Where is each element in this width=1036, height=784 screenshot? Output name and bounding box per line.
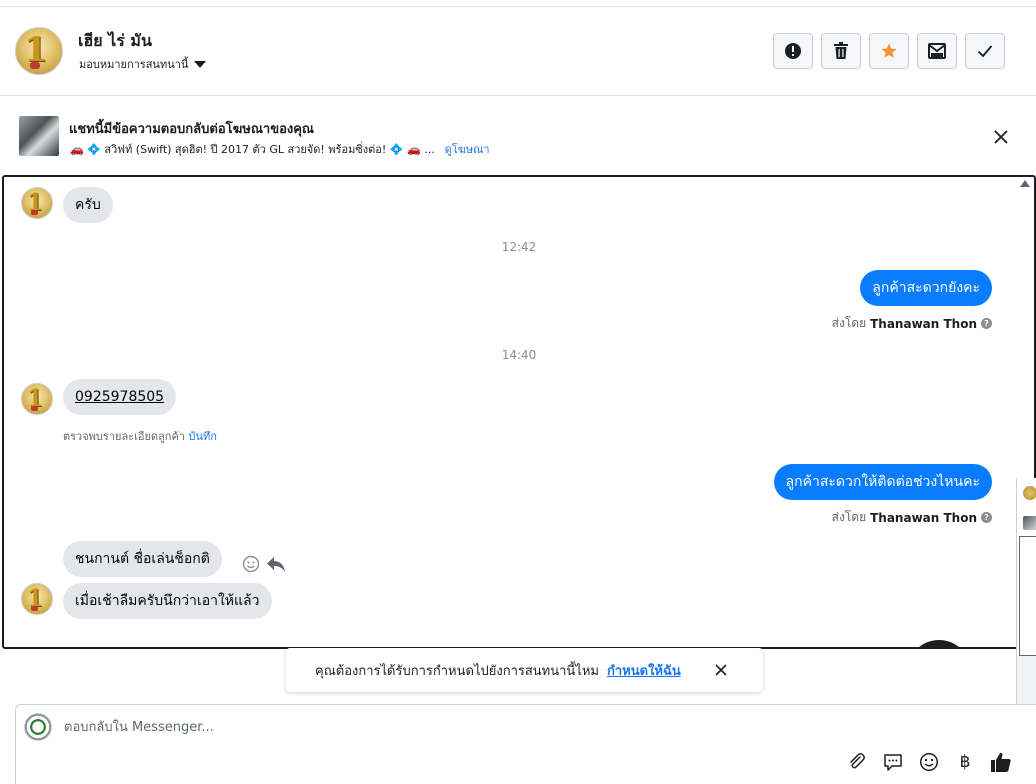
sent-by-line: ส่งโดย Thanawan Thon ? — [832, 508, 992, 527]
delete-button[interactable] — [821, 33, 861, 69]
chat-bubble-icon — [884, 754, 902, 771]
sent-by-prefix: ส่งโดย — [831, 510, 867, 524]
close-icon — [994, 130, 1008, 144]
ad-banner-subtitle-row: 🚗 💠 สวิฟท์ (Swift) สุดฮิต! ปี 2017 ตัว G… — [70, 140, 490, 158]
help-icon[interactable]: ? — [981, 512, 992, 523]
sender-avatar[interactable]: 1 — [21, 383, 53, 415]
paperclip-icon — [850, 753, 865, 769]
sender-avatar[interactable]: 1 — [21, 583, 53, 615]
alert-icon — [785, 43, 801, 59]
reply-input[interactable] — [64, 717, 844, 737]
side-thumbnail[interactable] — [1023, 516, 1036, 530]
trash-icon — [834, 42, 848, 59]
smiley-icon[interactable] — [242, 555, 260, 573]
chevron-down-icon — [194, 60, 207, 68]
attach-button[interactable] — [846, 751, 868, 773]
assign-conversation-dropdown[interactable]: มอบหมายการสนทนานี้ — [79, 55, 207, 73]
assign-to-me-link[interactable]: กำหนดให้ฉัน — [607, 660, 681, 681]
emoji-button[interactable] — [918, 751, 940, 773]
customer-detail-note: ตรวจพบรายละเอียดลูกค้า บันทึก — [63, 427, 217, 445]
saved-replies-button[interactable] — [882, 751, 904, 773]
phone-number-link[interactable]: 0925978505 — [75, 389, 164, 405]
sender-avatar[interactable]: 1 — [21, 187, 53, 219]
thumbs-up-icon — [991, 752, 1011, 772]
close-banner-button[interactable] — [990, 126, 1012, 148]
incoming-message[interactable]: เมื่อเช้าลืมครับนึกว่าเอาให้แล้ว — [63, 583, 272, 619]
message-hover-actions — [242, 555, 286, 573]
timestamp: 12:42 — [501, 240, 537, 254]
timestamp: 14:40 — [501, 348, 537, 362]
like-button[interactable] — [990, 751, 1012, 773]
ad-thumbnail[interactable] — [19, 116, 59, 156]
detail-note-text: ตรวจพบรายละเอียดลูกค้า — [63, 430, 185, 443]
emoji-icon — [919, 752, 939, 772]
ad-reply-banner: แชทนี้มีข้อความตอบกลับต่อโฆษณาของคุณ 🚗 💠… — [0, 96, 1036, 174]
sent-by-prefix: ส่งโดย — [831, 316, 867, 330]
reply-composer: ฿ — [15, 704, 1036, 784]
sender-name: Thanawan Thon — [870, 510, 977, 525]
contact-avatar[interactable]: 1 — [15, 27, 63, 75]
star-button[interactable] — [869, 33, 909, 69]
view-ad-link[interactable]: ดูโฆษณา — [445, 140, 490, 158]
incoming-message[interactable]: ชนกานต์ ชื่อเล่นช็อกติ — [63, 541, 222, 577]
mark-done-button[interactable] — [965, 33, 1005, 69]
ad-banner-subtitle: 🚗 💠 สวิฟท์ (Swift) สุดฮิต! ปี 2017 ตัว G… — [70, 143, 435, 156]
contact-name[interactable]: เฮีย ไร่ มัน — [78, 29, 152, 54]
save-detail-link[interactable]: บันทึก — [188, 430, 216, 443]
side-avatar[interactable] — [1023, 486, 1036, 500]
checkmark-icon — [977, 45, 993, 58]
ad-banner-title: แชทนี้มีข้อความตอบกลับต่อโฆษณาของคุณ — [69, 122, 314, 137]
baht-icon: ฿ — [959, 752, 971, 772]
close-toast-button[interactable] — [712, 661, 730, 679]
close-icon — [715, 664, 727, 676]
assign-reminder-toast: คุณต้องการได้รับการกำหนดไปยังการสนทนานี้… — [286, 648, 763, 692]
help-icon[interactable]: ? — [981, 318, 992, 329]
assign-label: มอบหมายการสนทนานี้ — [79, 58, 189, 71]
envelope-icon — [928, 43, 946, 59]
mark-spam-button[interactable] — [773, 33, 813, 69]
outgoing-message[interactable]: ลูกค้าสะดวกยังคะ — [860, 270, 992, 306]
scroll-to-bottom-button[interactable] — [907, 640, 971, 647]
avatar-logo-car — [30, 62, 40, 69]
reminder-text: คุณต้องการได้รับการกำหนดไปยังการสนทนานี้… — [315, 663, 599, 679]
reply-icon[interactable] — [266, 555, 286, 573]
composer-toolbar: ฿ — [846, 751, 1012, 773]
page-avatar — [24, 713, 52, 741]
message-thread[interactable]: 1 ครับ 12:42 ลูกค้าสะดวกยังคะ ส่งโดย Tha… — [2, 175, 1036, 649]
header-actions — [773, 33, 1005, 69]
side-input-box[interactable] — [1019, 536, 1036, 656]
sent-by-line: ส่งโดย Thanawan Thon ? — [832, 314, 992, 333]
outgoing-message[interactable]: ลูกค้าสะดวกให้ติดต่อช่วงไหนคะ — [773, 464, 992, 500]
sender-name: Thanawan Thon — [870, 316, 977, 331]
incoming-message[interactable]: 0925978505 — [63, 379, 177, 415]
payment-button[interactable]: ฿ — [954, 751, 976, 773]
scroll-up-arrow-icon[interactable] — [1020, 180, 1030, 187]
star-icon — [881, 43, 897, 58]
mark-unread-button[interactable] — [917, 33, 957, 69]
incoming-message[interactable]: ครับ — [63, 187, 113, 223]
conversation-header: 1 เฮีย ไร่ มัน มอบหมายการสนทนานี้ — [0, 7, 1036, 96]
inbox-conversation-view: 1 เฮีย ไร่ มัน มอบหมายการสนทนานี้ แชทนี้… — [0, 0, 1036, 784]
